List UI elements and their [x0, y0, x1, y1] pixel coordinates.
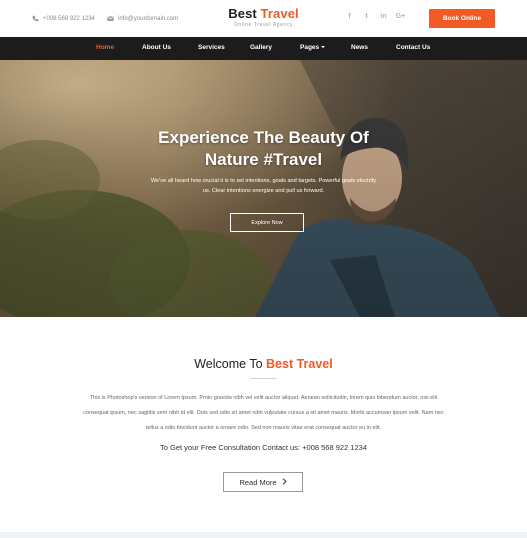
caret-down-icon: [320, 46, 325, 49]
twitter-icon[interactable]: t: [358, 13, 375, 20]
facebook-icon[interactable]: f: [341, 13, 358, 20]
nav-item-contact-us[interactable]: Contact Us: [396, 44, 430, 51]
nav-item-gallery[interactable]: Gallery: [250, 44, 272, 51]
welcome-paragraph: This is Photoshop's version of Lorem Ips…: [83, 395, 444, 431]
nav-item-pages[interactable]: Pages: [300, 44, 325, 51]
next-section-edge: [0, 532, 527, 538]
hero-title-line-2: Nature #Travel: [204, 150, 323, 169]
hero-title: Experience The Beauty Of Nature #Travel: [0, 127, 527, 171]
social-links: f t in G+: [341, 13, 409, 20]
welcome-heading-accent: Best Travel: [266, 357, 333, 371]
welcome-heading: Welcome To Best Travel: [0, 357, 527, 371]
chevron-right-icon: [282, 477, 287, 487]
read-more-button[interactable]: Read More: [223, 472, 303, 492]
brand-name-accent: Travel: [260, 6, 299, 21]
hero-banner: Experience The Beauty Of Nature #Travel …: [0, 60, 527, 317]
welcome-heading-text: Welcome To: [194, 357, 267, 371]
hero-subtitle: We've all heard how crucial it is to set…: [150, 178, 377, 194]
nav-item-about-us[interactable]: About Us: [142, 44, 171, 51]
nav-item-news[interactable]: News: [351, 44, 368, 51]
google-plus-icon[interactable]: G+: [392, 13, 409, 20]
main-navigation: Home About Us Services Gallery Pages New…: [0, 37, 527, 60]
brand-name: Best: [228, 6, 261, 21]
linkedin-icon[interactable]: in: [375, 13, 392, 20]
top-bar: +008 568 922 1234 info@yourdomain.com Be…: [0, 0, 527, 37]
hero-title-line-1: Experience The Beauty Of: [158, 128, 369, 147]
book-online-button[interactable]: Book Online: [429, 9, 495, 28]
nav-item-services[interactable]: Services: [198, 44, 225, 51]
nav-item-pages-label: Pages: [300, 44, 320, 51]
explore-now-button[interactable]: Explore Now: [230, 213, 304, 232]
nav-item-home[interactable]: Home: [96, 44, 114, 51]
consultation-text: To Get your Free Consultation Contact us…: [159, 443, 367, 452]
read-more-label: Read More: [239, 477, 277, 487]
section-divider: [251, 378, 276, 379]
